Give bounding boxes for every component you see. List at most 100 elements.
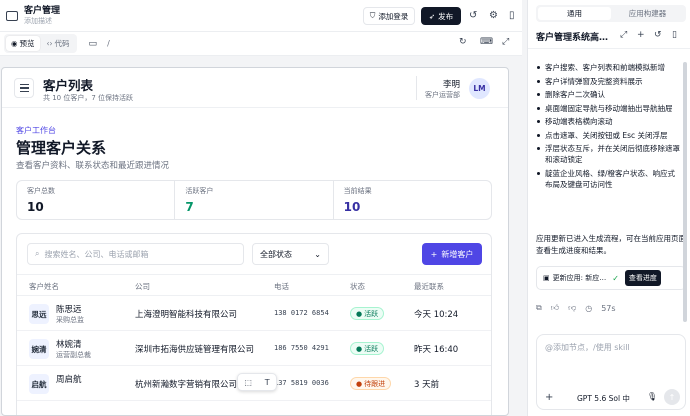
copy-icon[interactable]: ⧉: [536, 303, 542, 313]
new-chat-icon[interactable]: +: [637, 30, 645, 40]
floating-edit-toolbar: ⬚ T: [237, 373, 277, 391]
tab-preview[interactable]: ◉ 预览: [6, 36, 40, 51]
attach-icon[interactable]: +: [545, 392, 553, 403]
col-phone[interactable]: 电话: [274, 281, 289, 292]
table-row[interactable]: 思远 陈思远 采购总监 上海澄明智能科技有限公司 138 0172 6854 ●…: [17, 296, 491, 331]
conversation-title: 客户管理系统高…: [536, 33, 609, 43]
select-element-icon[interactable]: ⬚: [244, 378, 252, 387]
thumbs-up-icon[interactable]: 👍︎: [551, 303, 559, 313]
customer-name[interactable]: 林婉清: [56, 338, 82, 350]
refresh-icon[interactable]: ↻: [459, 37, 467, 47]
window-icon: [6, 10, 18, 21]
microphone-icon[interactable]: 🎙︎: [647, 392, 657, 401]
col-status[interactable]: 状态: [350, 281, 365, 292]
chevron-down-icon: ⌄: [314, 249, 321, 259]
terminal-icon[interactable]: ⌨: [480, 37, 493, 47]
col-name[interactable]: 客户姓名: [29, 281, 59, 292]
list-item: 移动端表格横向滚动: [536, 116, 682, 127]
list-item: 浮层状态互斥，并在关闭后彻底移除遮罩和滚动锁定: [536, 143, 682, 165]
search-icon: ⌕: [35, 249, 40, 258]
publish-button[interactable]: ➶ 发布: [421, 7, 461, 25]
fullscreen-icon[interactable]: ⤢: [502, 37, 509, 47]
page-description: 查看客户资料、联系状态和最近跟进情况: [16, 161, 170, 171]
user-name: 李明: [442, 80, 460, 90]
list-item: 客户详情弹窗及完整资料展示: [536, 76, 682, 87]
chat-input[interactable]: @添加节点，/使用 skill + GPT 5.6 Sol 中 🎙︎ ↑: [536, 334, 686, 410]
list-title: 客户列表: [43, 78, 94, 93]
list-summary: 共 10 位客户，7 位保持活跃: [43, 94, 134, 102]
search-input[interactable]: ⌕ 搜索姓名、公司、电话或邮箱: [27, 243, 244, 265]
list-item: 点击遮罩、关闭按钮或 Esc 关闭浮层: [536, 130, 682, 141]
eye-icon: ◉: [11, 39, 18, 48]
update-app-card[interactable]: ▣ 更新应用: 新应… ✓ 查看进度: [536, 266, 686, 290]
project-title[interactable]: 客户管理: [24, 6, 60, 17]
send-button[interactable]: ↑: [664, 389, 680, 405]
last-contact: 今天 10:24: [414, 310, 459, 320]
panel-tabs: 通用 应用构建器: [536, 5, 686, 22]
history-icon[interactable]: ↺: [654, 30, 662, 40]
settings-icon[interactable]: ⚙: [489, 9, 498, 23]
status-message: 应用更新已进入生成流程，可在当前应用页面查看生成进度和结果。: [536, 234, 686, 255]
last-contact: 昨天 16:40: [414, 345, 459, 355]
collapse-icon[interactable]: ▯: [672, 30, 677, 40]
list-item: 删除客户二次确认: [536, 89, 682, 100]
rocket-icon: ➶: [428, 11, 436, 21]
customer-role: 运营副总裁: [56, 351, 91, 359]
status-badge: ● 活跃: [350, 342, 385, 355]
app-header: 客户列表 共 10 位客户，7 位保持活跃 李明 客户运营部 LM: [2, 68, 508, 108]
status-filter-select[interactable]: 全部状态 ⌄: [252, 243, 329, 265]
table-row[interactable]: 婉清 林婉清 运营副总裁 深圳市拓海供应链管理有限公司 186 7550 429…: [17, 331, 491, 366]
col-last-contact[interactable]: 最近联系: [414, 281, 444, 292]
view-progress-button[interactable]: 查看进度: [624, 270, 661, 286]
divider: [528, 48, 690, 49]
status-badge: ● 活跃: [350, 307, 385, 320]
text-edit-icon[interactable]: T: [265, 378, 270, 387]
customer-avatar: 思远: [29, 304, 49, 324]
update-label: 更新应用: 新应…: [552, 274, 607, 282]
customer-role: 采购总监: [56, 316, 84, 324]
customer-name[interactable]: 陈思远: [56, 303, 82, 315]
model-selector[interactable]: GPT 5.6 Sol 中: [577, 393, 630, 404]
preview-toolbar: ◉ 预览 ‹› 代码 ▭ / ↻ ⌨ ⤢: [0, 32, 522, 56]
list-item: 靛蓝企业风格、绿/橙客户状态、响应式布局及键盘可访问性: [536, 168, 682, 190]
add-login-button[interactable]: ⛉ 添加登录: [363, 7, 415, 25]
view-mode-switch: ◉ 预览 ‹› 代码: [4, 34, 77, 53]
customer-name[interactable]: 周启航: [56, 373, 82, 385]
input-placeholder: @添加节点，/使用 skill: [545, 343, 630, 352]
clock-icon: ◷: [585, 303, 593, 313]
tab-general[interactable]: 通用: [538, 7, 611, 20]
last-contact: 3 天前: [414, 380, 440, 390]
feature-list: 客户搜索、客户列表和前端模拟新增 客户详情弹窗及完整资料展示 删除客户二次确认 …: [536, 62, 682, 192]
list-item: 桌面端固定导航与移动端抽出导航抽屉: [536, 103, 682, 114]
user-role: 客户运营部: [425, 91, 460, 99]
table-header: 客户姓名 公司 电话 状态 最近联系: [17, 274, 491, 296]
page-title: 管理客户关系: [16, 139, 107, 157]
top-bar: 客户管理 添加描述 ⛉ 添加登录 ➶ 发布 ↺ ⚙ ▯: [0, 0, 522, 32]
tab-code[interactable]: ‹› 代码: [42, 36, 75, 51]
col-company[interactable]: 公司: [135, 281, 150, 292]
customer-phone: 186 7550 4291: [274, 344, 329, 352]
tab-app-builder[interactable]: 应用构建器: [611, 7, 684, 20]
monitor-icon[interactable]: ▭: [89, 39, 98, 49]
history-icon[interactable]: ↺: [469, 9, 477, 23]
menu-button[interactable]: [14, 78, 34, 98]
app-preview: 客户列表 共 10 位客户，7 位保持活跃 李明 客户运营部 LM 客户工作台 …: [1, 67, 509, 416]
stat-results: 当前结果 10: [343, 187, 372, 214]
scrollbar[interactable]: [683, 62, 687, 322]
check-icon: ✓: [612, 273, 619, 283]
thumbs-down-icon[interactable]: 👎︎: [568, 303, 576, 313]
plus-icon: +: [430, 249, 438, 259]
customer-phone: 137 5819 0036: [274, 379, 329, 387]
avatar[interactable]: LM: [469, 78, 490, 99]
customer-company: 深圳市拓海供应链管理有限公司: [135, 345, 255, 355]
expand-icon[interactable]: ⤢: [620, 30, 627, 40]
project-description[interactable]: 添加描述: [24, 17, 60, 26]
url-path[interactable]: /: [107, 39, 110, 48]
stats-bar: 客户总数 10 活跃客户 7 当前结果 10: [16, 180, 492, 220]
message-actions: ⧉ 👍︎ 👎︎ ◷ 57s: [536, 303, 616, 313]
customer-phone: 138 0172 6854: [274, 309, 329, 317]
panel-toggle-icon[interactable]: ▯: [509, 9, 515, 23]
elapsed-time: 57s: [601, 303, 616, 313]
add-customer-button[interactable]: + 新增客户: [422, 243, 482, 265]
customer-avatar: 启航: [29, 374, 49, 394]
